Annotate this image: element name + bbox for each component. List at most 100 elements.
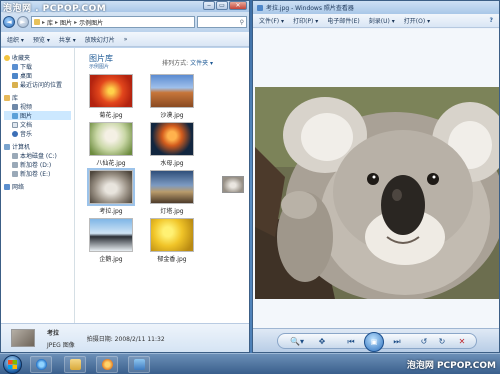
viewer-title: 考拉.jpg - Windows 照片查看器 bbox=[266, 5, 354, 12]
library-subtitle[interactable]: 示例图片 bbox=[89, 63, 109, 70]
taskbar-windows-explorer[interactable] bbox=[64, 356, 86, 373]
library-icon bbox=[4, 94, 10, 101]
navigation-pane: 收藏夹 下载 桌面 最近访问的位置 库 视频 图片 文档 音乐 计算机 本地磁盘… bbox=[1, 48, 75, 352]
watermark-bottom: 泡泡网 PCPOP.COM bbox=[406, 361, 496, 371]
thumbnail-chrysanthemum[interactable]: 菊花.jpg bbox=[81, 74, 141, 119]
zoom-icon[interactable]: 🔍▾ bbox=[286, 336, 308, 347]
controls-pill: 🔍▾ ✥ ⏮ ▣ ⏭ ↺ ↻ ✕ bbox=[277, 332, 477, 352]
details-filetype: JPEG 图像 bbox=[47, 341, 75, 349]
folder-icon bbox=[34, 19, 40, 25]
nav-computer[interactable]: 计算机 bbox=[4, 142, 71, 151]
taskbar-photo-viewer[interactable] bbox=[128, 356, 150, 373]
search-icon: ⚲ bbox=[239, 18, 244, 26]
drive-icon bbox=[12, 170, 18, 177]
back-button[interactable]: ◄ bbox=[3, 16, 15, 28]
file-content-area: 图片库 示例图片 排列方式: 文件夹 ▾ 菊花.jpg 沙漠.jpg 八仙花.j… bbox=[75, 48, 249, 352]
nav-network[interactable]: 网络 bbox=[4, 182, 71, 191]
organize-button[interactable]: 组织 ▾ bbox=[7, 35, 24, 44]
nav-recent-places[interactable]: 最近访问的位置 bbox=[4, 80, 71, 89]
help-icon[interactable]: ? bbox=[490, 17, 493, 24]
taskbar-media-player[interactable] bbox=[96, 356, 118, 373]
hydrangeas-image bbox=[89, 122, 133, 156]
nav-downloads[interactable]: 下载 bbox=[4, 62, 71, 71]
viewer-controls: 🔍▾ ✥ ⏮ ▣ ⏭ ↺ ↻ ✕ bbox=[253, 328, 499, 352]
details-date-taken: 拍摄日期: 2008/2/11 11:32 bbox=[86, 335, 165, 343]
jellyfish-image bbox=[150, 122, 194, 156]
thumbnail-penguins[interactable]: 企鹅.jpg bbox=[81, 218, 141, 263]
menu-burn[interactable]: 刻录(U) ▾ bbox=[369, 16, 395, 25]
nav-pictures[interactable]: 图片 bbox=[4, 111, 71, 120]
nav-drive-d[interactable]: 新加卷 (D:) bbox=[4, 160, 71, 169]
menu-email[interactable]: 电子邮件(E) bbox=[327, 16, 359, 25]
start-button[interactable] bbox=[3, 355, 22, 374]
fit-window-icon[interactable]: ✥ bbox=[316, 336, 328, 347]
tulips-image bbox=[150, 218, 194, 252]
nav-videos[interactable]: 视频 bbox=[4, 102, 71, 111]
explorer-window: ‒ ▭ ✕ ◄ ► ▸ 库 ▸ 图片 ▸ 示例图片 ⚲ 组织 ▾ 预览 ▾ 共享… bbox=[0, 0, 250, 353]
thumbnail-tulips[interactable]: 郁金香.jpg bbox=[142, 218, 202, 263]
network-icon bbox=[4, 183, 10, 190]
maximize-button[interactable]: ▭ bbox=[216, 1, 228, 10]
watermark-top: 泡泡网 . PCPOP.COM bbox=[3, 4, 107, 14]
thumbnail-hydrangeas[interactable]: 八仙花.jpg bbox=[81, 122, 141, 167]
preview-button[interactable]: 预览 ▾ bbox=[33, 35, 50, 44]
slideshow-play-button[interactable]: ▣ bbox=[364, 332, 384, 352]
koala-illustration bbox=[255, 87, 499, 299]
photo-viewer-window: 考拉.jpg - Windows 照片查看器 文件(F) ▾ 打印(P) ▾ 电… bbox=[252, 0, 500, 353]
music-icon bbox=[12, 130, 18, 137]
folder-icon bbox=[69, 359, 81, 370]
forward-button[interactable]: ► bbox=[17, 16, 29, 28]
thumbnail-jellyfish[interactable]: 水母.jpg bbox=[142, 122, 202, 167]
breadcrumb-sample-pictures[interactable]: 示例图片 bbox=[79, 18, 103, 27]
breadcrumb-library[interactable]: 库 bbox=[47, 18, 53, 27]
next-icon[interactable]: ⏭ bbox=[390, 336, 404, 347]
rotate-left-icon[interactable]: ↺ bbox=[418, 336, 430, 347]
lighthouse-image bbox=[150, 170, 194, 204]
nav-documents[interactable]: 文档 bbox=[4, 120, 71, 129]
media-player-icon bbox=[101, 359, 113, 370]
nav-favorites[interactable]: 收藏夹 bbox=[4, 53, 71, 62]
photo-viewer-icon bbox=[257, 4, 263, 11]
menu-print[interactable]: 打印(P) ▾ bbox=[293, 16, 318, 25]
recent-places-icon bbox=[12, 81, 18, 88]
delete-icon[interactable]: ✕ bbox=[456, 336, 468, 347]
close-button[interactable]: ✕ bbox=[229, 1, 247, 10]
more-button[interactable]: » bbox=[124, 36, 128, 43]
nav-drive-e[interactable]: 新加卷 (E:) bbox=[4, 169, 71, 178]
taskbar-internet-explorer[interactable] bbox=[30, 356, 52, 373]
menu-open[interactable]: 打开(O) ▾ bbox=[404, 16, 430, 25]
drive-icon bbox=[12, 161, 18, 168]
search-input[interactable]: ⚲ bbox=[197, 16, 247, 28]
thumbnail-lighthouse[interactable]: 灯塔.jpg bbox=[142, 170, 202, 215]
penguins-image bbox=[89, 218, 133, 252]
nav-drive-c[interactable]: 本地磁盘 (C:) bbox=[4, 151, 71, 160]
breadcrumb-pictures[interactable]: 图片 bbox=[60, 18, 72, 27]
viewer-menubar: 文件(F) ▾ 打印(P) ▾ 电子邮件(E) 刻录(U) ▾ 打开(O) ▾ … bbox=[253, 14, 499, 28]
share-button[interactable]: 共享 ▾ bbox=[59, 35, 76, 44]
drive-icon bbox=[12, 152, 18, 159]
details-filename: 考拉 bbox=[47, 329, 60, 337]
details-pane: 考拉 JPEG 图像 拍摄日期: 2008/2/11 11:32 bbox=[1, 323, 249, 352]
dragged-koala-thumbnail[interactable] bbox=[222, 176, 244, 193]
slideshow-button[interactable]: 放映幻灯片 bbox=[85, 35, 115, 44]
explorer-toolbar: 组织 ▾ 预览 ▾ 共享 ▾ 放映幻灯片 » bbox=[1, 32, 249, 47]
rotate-right-icon[interactable]: ↻ bbox=[436, 336, 448, 347]
viewer-stage bbox=[253, 29, 499, 328]
star-icon bbox=[4, 54, 10, 61]
address-bar[interactable]: ▸ 库 ▸ 图片 ▸ 示例图片 bbox=[31, 16, 195, 28]
thumbnail-desert[interactable]: 沙漠.jpg bbox=[142, 74, 202, 119]
minimize-button[interactable]: ‒ bbox=[203, 1, 215, 10]
menu-file[interactable]: 文件(F) ▾ bbox=[259, 16, 284, 25]
photo-viewer-icon bbox=[133, 359, 145, 370]
nav-music[interactable]: 音乐 bbox=[4, 129, 71, 138]
desktop-icon bbox=[12, 72, 18, 79]
nav-libraries[interactable]: 库 bbox=[4, 93, 71, 102]
explorer-body: 收藏夹 下载 桌面 最近访问的位置 库 视频 图片 文档 音乐 计算机 本地磁盘… bbox=[1, 48, 249, 352]
thumbnail-koala[interactable]: 考拉.jpg bbox=[81, 168, 141, 215]
document-icon bbox=[12, 121, 18, 128]
previous-icon[interactable]: ⏮ bbox=[344, 336, 358, 347]
arrange-by-dropdown[interactable]: 文件夹 ▾ bbox=[190, 60, 213, 67]
nav-desktop[interactable]: 桌面 bbox=[4, 71, 71, 80]
koala-photo bbox=[255, 87, 499, 299]
viewer-titlebar[interactable]: 考拉.jpg - Windows 照片查看器 bbox=[253, 1, 499, 14]
